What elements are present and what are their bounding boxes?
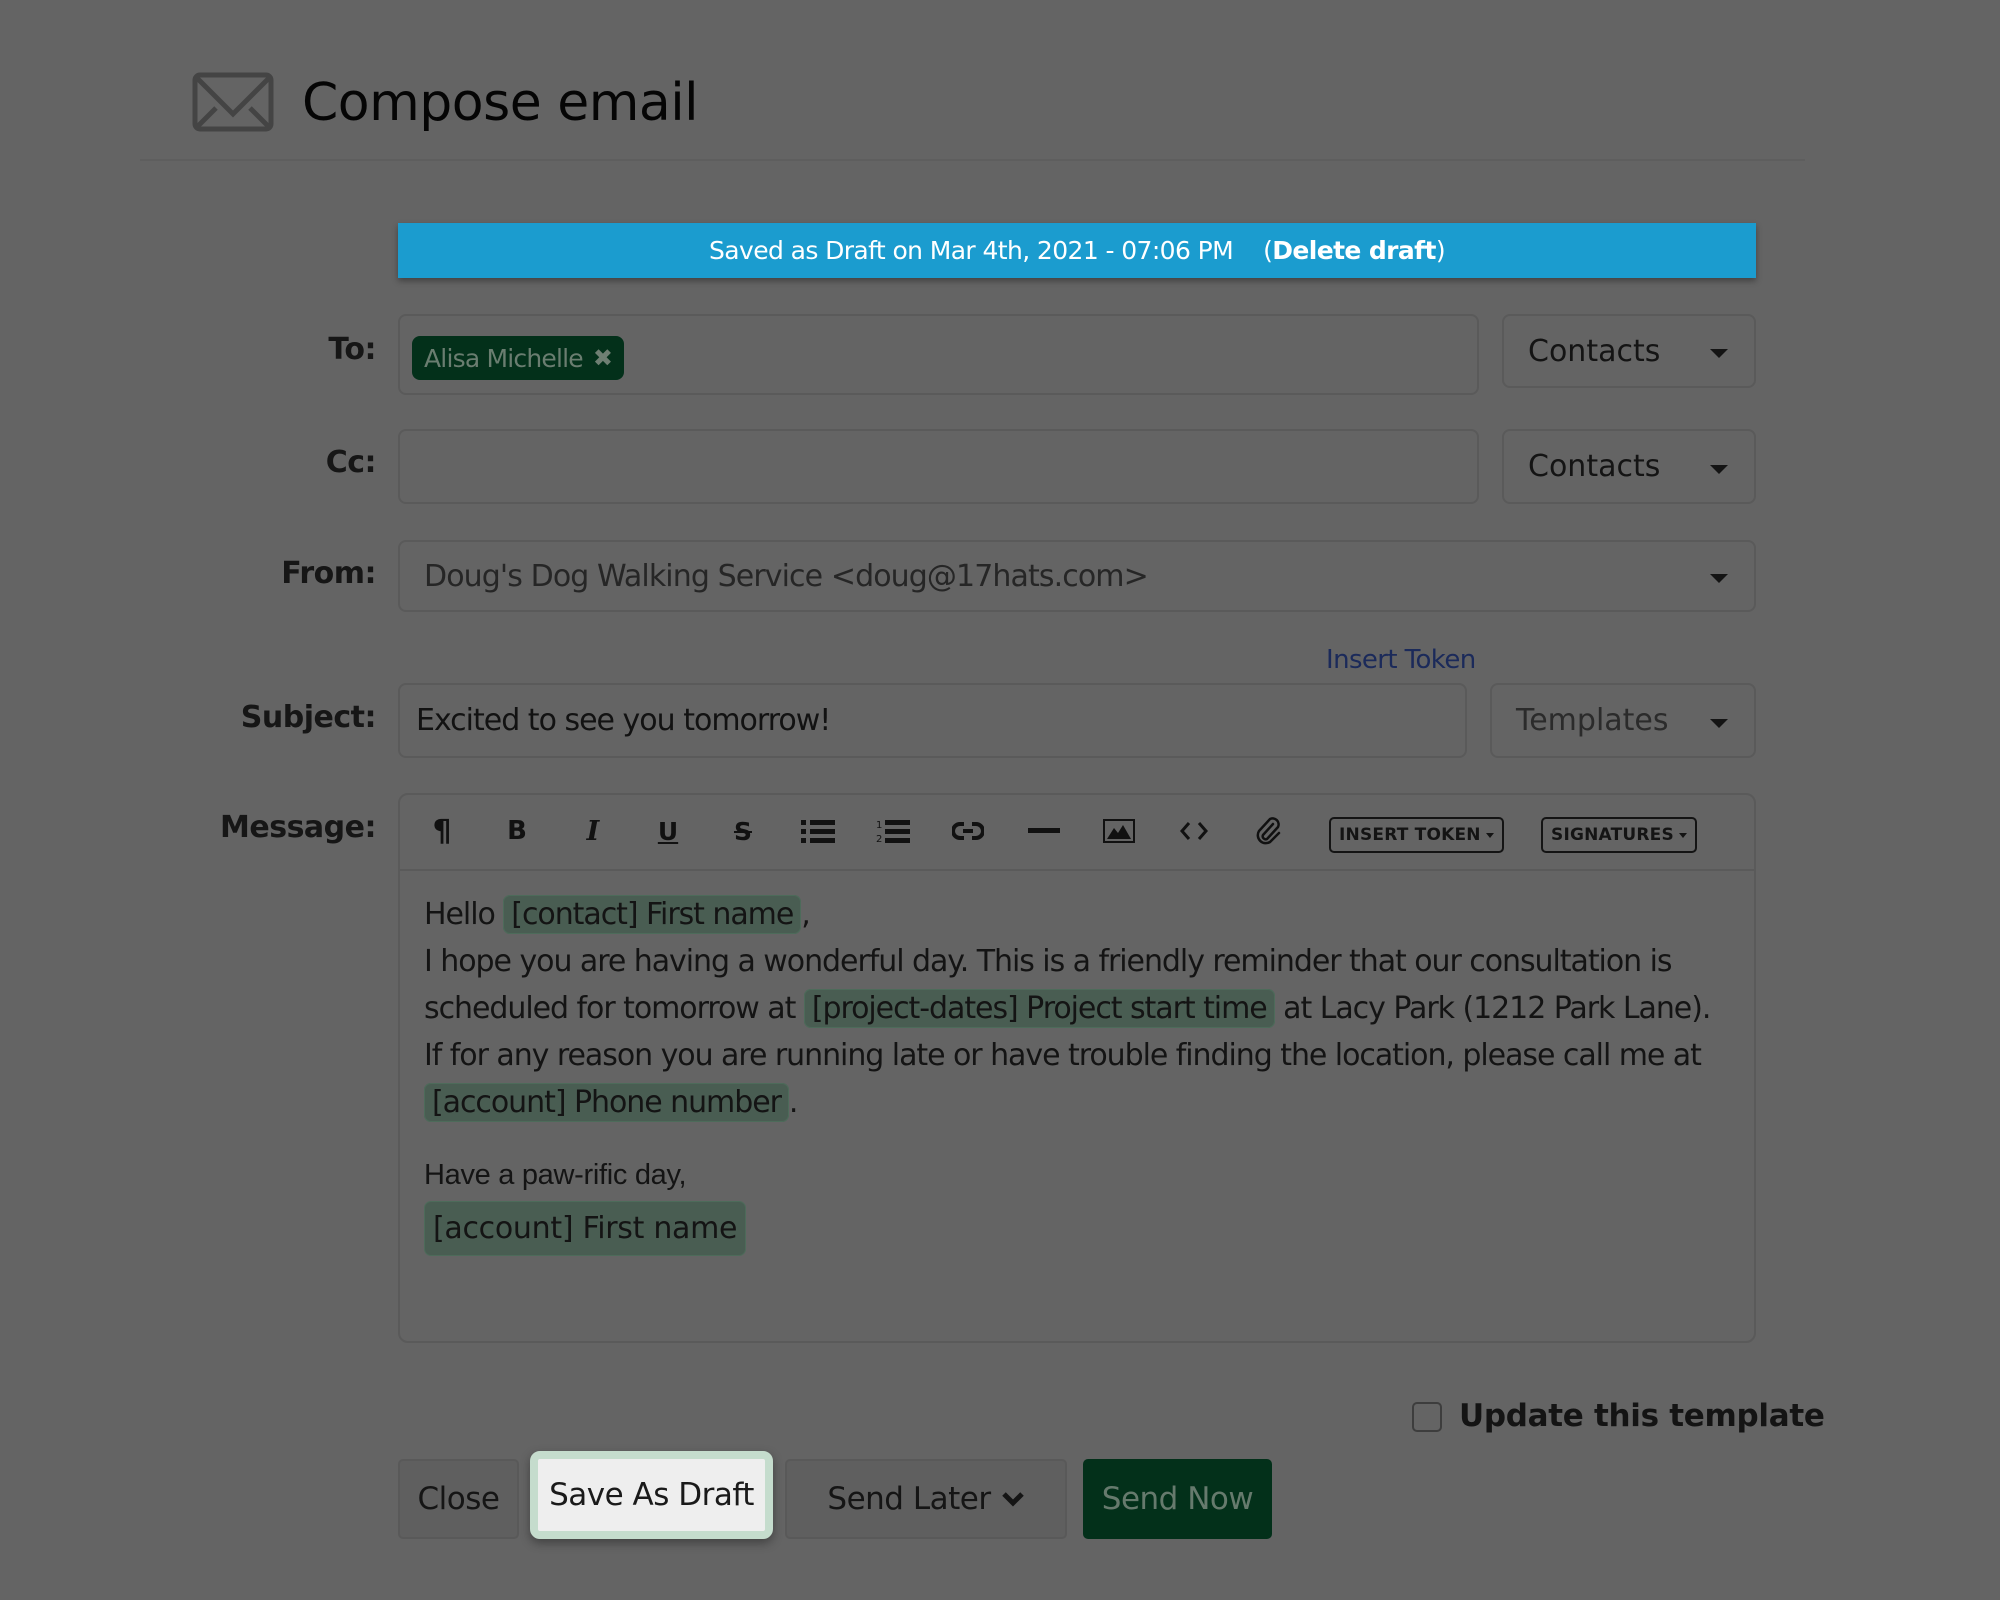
underline-button[interactable]: U — [650, 813, 686, 849]
insert-token-dropdown[interactable]: INSERT TOKEN — [1329, 817, 1504, 853]
image-icon — [1103, 819, 1135, 843]
insert-token-label: INSERT TOKEN — [1339, 825, 1481, 845]
signatures-dropdown[interactable]: SIGNATURES — [1541, 817, 1697, 853]
send-later-button[interactable]: Send Later — [785, 1459, 1067, 1539]
subject-value: Excited to see you tomorrow! — [416, 703, 831, 738]
strikethrough-icon: S — [733, 816, 752, 846]
underline-icon: U — [657, 816, 679, 846]
token-account-phone[interactable]: [account] Phone number — [424, 1083, 789, 1122]
caret-down-icon — [1710, 574, 1728, 583]
body-period: . — [788, 1085, 798, 1120]
close-paren: ) — [1435, 236, 1446, 265]
caret-down-icon — [1710, 718, 1728, 728]
cc-label: Cc: — [325, 445, 377, 480]
caret-down-icon — [1710, 349, 1728, 358]
close-button[interactable]: Close — [398, 1459, 519, 1539]
attachment-button[interactable] — [1251, 813, 1287, 849]
token-contact-first-name[interactable]: [contact] First name — [503, 895, 802, 934]
to-contacts-dropdown[interactable]: Contacts — [1502, 314, 1756, 388]
from-value: Doug's Dog Walking Service <doug@17hats.… — [424, 558, 1149, 594]
to-contacts-label: Contacts — [1528, 333, 1661, 369]
greeting-line: Hello [contact] First name, — [424, 891, 1724, 938]
caret-down-icon — [1710, 464, 1728, 474]
subject-input[interactable]: Excited to see you tomorrow! — [398, 683, 1467, 758]
image-button[interactable] — [1101, 813, 1137, 849]
token-project-start-time[interactable]: [project-dates] Project start time — [803, 989, 1275, 1028]
svg-text:2: 2 — [876, 834, 882, 844]
caret-down-icon — [1485, 832, 1494, 838]
page-title: Compose email — [302, 73, 699, 133]
to-label: To: — [328, 332, 376, 367]
from-label: From: — [281, 556, 376, 591]
signoff-text: Have a paw-rific day, — [424, 1159, 687, 1191]
insert-token-link[interactable]: Insert Token — [1326, 645, 1476, 675]
envelope-icon — [192, 72, 274, 132]
templates-label: Templates — [1516, 703, 1669, 738]
templates-dropdown[interactable]: Templates — [1490, 683, 1756, 758]
subject-label: Subject: — [240, 700, 377, 735]
recipient-chip[interactable]: Alisa Michelle ✖ — [412, 336, 625, 380]
save-draft-button[interactable]: Save As Draft — [530, 1451, 773, 1539]
delete-draft-link[interactable]: Delete draft — [1272, 236, 1436, 265]
editor-toolbar: ¶ B I U S 1 2 INSERT TOKEN SIGNATURES — [400, 795, 1754, 871]
strikethrough-button[interactable]: S — [725, 813, 761, 849]
message-label: Message: — [220, 810, 376, 845]
italic-button[interactable]: I — [575, 813, 611, 849]
cc-contacts-dropdown[interactable]: Contacts — [1502, 429, 1756, 504]
horizontal-rule-icon — [1028, 828, 1060, 833]
link-button[interactable] — [950, 813, 986, 849]
italic-icon: I — [586, 815, 600, 847]
code-button[interactable] — [1176, 813, 1212, 849]
link-icon — [952, 822, 984, 840]
update-template-label: Update this template — [1459, 1398, 1825, 1434]
message-body[interactable]: Hello [contact] First name, I hope you a… — [424, 891, 1724, 1256]
cc-input[interactable] — [398, 429, 1479, 504]
draft-saved-banner: Saved as Draft on Mar 4th, 2021 - 07:06 … — [398, 223, 1756, 278]
numbered-list-icon: 1 2 — [876, 820, 910, 844]
caret-down-icon — [1678, 832, 1687, 838]
bullet-list-button[interactable] — [800, 813, 836, 849]
close-icon[interactable]: ✖ — [593, 344, 613, 372]
token-account-first-name[interactable]: [account] First name — [424, 1201, 747, 1256]
bullet-list-icon — [801, 820, 835, 843]
send-now-button[interactable]: Send Now — [1083, 1459, 1272, 1539]
from-select[interactable]: Doug's Dog Walking Service <doug@17hats.… — [398, 540, 1756, 612]
horizontal-rule-button[interactable] — [1026, 813, 1062, 849]
draft-saved-text: Saved as Draft on Mar 4th, 2021 - 07:06 … — [709, 236, 1234, 265]
chevron-down-icon — [1001, 1492, 1024, 1507]
message-editor[interactable]: ¶ B I U S 1 2 INSERT TOKEN SIGNATURES He… — [398, 793, 1756, 1343]
paragraph-icon: ¶ — [432, 813, 452, 849]
code-icon — [1180, 822, 1208, 840]
svg-text:1: 1 — [876, 820, 882, 831]
paragraph-button[interactable]: ¶ — [424, 813, 460, 849]
greeting-comma: , — [801, 897, 810, 932]
cc-contacts-label: Contacts — [1528, 449, 1661, 484]
recipient-name: Alisa Michelle — [424, 343, 584, 373]
send-later-label: Send Later — [827, 1481, 991, 1517]
signatures-label: SIGNATURES — [1551, 825, 1674, 845]
bold-icon: B — [507, 816, 527, 846]
paperclip-icon — [1256, 817, 1281, 845]
body-paragraph: I hope you are having a wonderful day. T… — [424, 938, 1724, 1126]
greeting-text: Hello — [424, 897, 496, 932]
numbered-list-button[interactable]: 1 2 — [875, 813, 911, 849]
open-paren: ( — [1263, 236, 1273, 265]
header-divider — [140, 159, 1805, 161]
update-template-checkbox[interactable] — [1412, 1402, 1442, 1432]
bold-button[interactable]: B — [499, 813, 535, 849]
